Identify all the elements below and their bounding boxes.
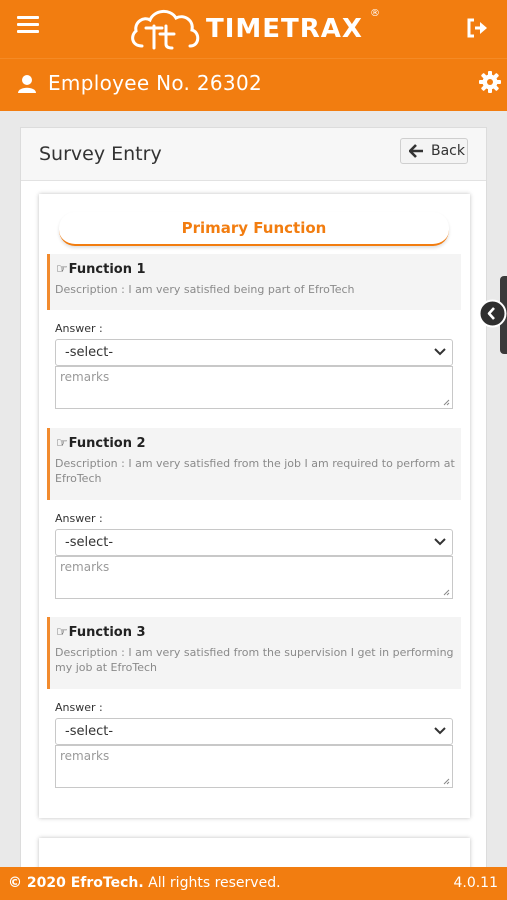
- answer-select[interactable]: -select-: [55, 339, 453, 366]
- question-description: Description : I am very satisfied from t…: [55, 646, 454, 674]
- registered-mark: ®: [370, 8, 380, 19]
- copyright-text: © 2020 EfroTech. All rights reserved.: [8, 875, 281, 891]
- answer-select[interactable]: -select-: [55, 718, 453, 745]
- answer-label: Answer :: [55, 512, 103, 525]
- app-logo: TIMETRAX ®: [128, 6, 388, 52]
- question-title: Function 1: [68, 262, 146, 277]
- hand-pointer-icon: ☞: [56, 436, 68, 451]
- select-value: -select-: [65, 535, 114, 550]
- footer: © 2020 EfroTech. All rights reserved. 4.…: [0, 867, 507, 900]
- remarks-textarea[interactable]: remarks: [55, 745, 453, 788]
- hamburger-icon: [17, 16, 39, 19]
- question-title: Function 3: [68, 625, 146, 640]
- chevron-down-icon: [434, 348, 446, 356]
- logout-icon: [467, 18, 487, 38]
- chevron-down-icon: [434, 727, 446, 735]
- chevron-left-icon[interactable]: [478, 299, 507, 328]
- chevron-down-icon: [434, 538, 446, 546]
- question-description: Description : I am very satisfied from t…: [55, 457, 455, 485]
- answer-label: Answer :: [55, 322, 103, 335]
- hand-pointer-icon: ☞: [56, 262, 68, 277]
- menu-button[interactable]: [17, 16, 39, 36]
- remarks-placeholder: remarks: [60, 749, 110, 763]
- top-bar: TIMETRAX ®: [0, 0, 507, 58]
- arrow-left-icon: [409, 144, 423, 158]
- remarks-textarea[interactable]: remarks: [55, 556, 453, 599]
- cloud-logo-icon: [131, 10, 200, 50]
- hand-pointer-icon: ☞: [56, 625, 68, 640]
- resize-handle-icon[interactable]: [443, 778, 450, 785]
- survey-panel: Survey Entry Back Primary Function ☞Func…: [20, 127, 487, 898]
- logout-button[interactable]: [465, 16, 489, 40]
- answer-area: Answer : -select- remarks: [47, 500, 461, 610]
- back-button[interactable]: Back: [400, 138, 468, 164]
- remarks-placeholder: remarks: [60, 370, 110, 384]
- employee-bar: Employee No. 26302: [0, 58, 507, 111]
- answer-label: Answer :: [55, 701, 103, 714]
- page-title: Survey Entry: [39, 143, 162, 165]
- section-title: Primary Function: [181, 219, 327, 237]
- employee-number: Employee No. 26302: [48, 71, 262, 95]
- back-label: Back: [431, 143, 465, 159]
- user-icon: [18, 75, 36, 93]
- remarks-placeholder: remarks: [60, 560, 110, 574]
- question-title: Function 2: [68, 436, 146, 451]
- answer-select[interactable]: -select-: [55, 529, 453, 556]
- resize-handle-icon[interactable]: [443, 399, 450, 406]
- select-value: -select-: [65, 724, 114, 739]
- app-version: 4.0.11: [453, 875, 498, 891]
- panel-header: Survey Entry Back: [21, 128, 486, 181]
- survey-card: Primary Function ☞Function 1 Description…: [39, 194, 470, 818]
- question-header: ☞Function 3 Description : I am very sati…: [47, 617, 461, 689]
- answer-area: Answer : -select- remarks: [47, 689, 461, 799]
- select-value: -select-: [65, 345, 114, 360]
- question-description: Description : I am very satisfied being …: [55, 283, 355, 296]
- resize-handle-icon[interactable]: [443, 589, 450, 596]
- gear-icon[interactable]: [479, 71, 501, 93]
- question-header: ☞Function 1 Description : I am very sati…: [47, 254, 461, 310]
- answer-area: Answer : -select- remarks: [47, 310, 461, 420]
- app-name: TIMETRAX: [206, 14, 363, 44]
- question-header: ☞Function 2 Description : I am very sati…: [47, 428, 461, 500]
- section-header: Primary Function: [59, 212, 449, 246]
- remarks-textarea[interactable]: remarks: [55, 366, 453, 409]
